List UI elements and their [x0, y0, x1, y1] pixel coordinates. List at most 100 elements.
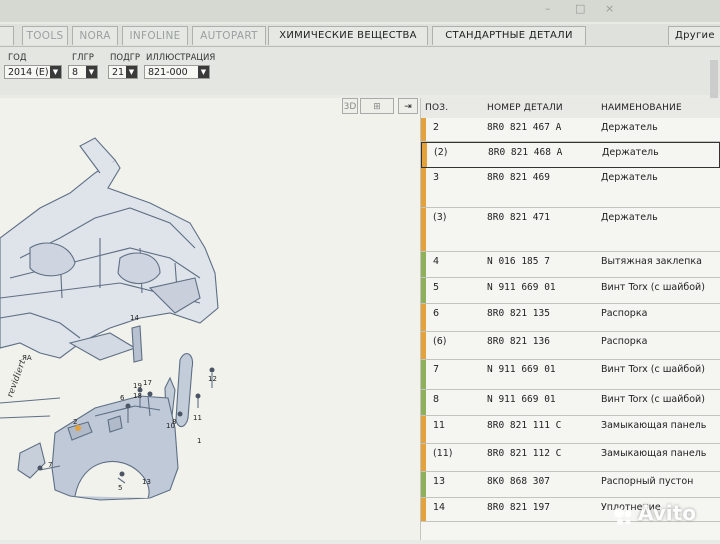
part-name-cell: Винт Torx (с шайбой)	[601, 364, 705, 375]
callout-label[interactable]: 11	[193, 414, 202, 422]
part-number-cell: 8R0 821 111 C	[487, 420, 562, 431]
status-strip	[421, 304, 426, 331]
part-number-cell: 8R0 821 136	[487, 336, 550, 347]
pos-cell: 13	[433, 476, 446, 487]
pos-cell: 7	[433, 364, 440, 375]
pos-cell: 8	[433, 394, 440, 405]
avito-logo-icon	[614, 508, 632, 525]
title-bar: – □ ×	[0, 0, 720, 22]
table-row[interactable]: 4 N 016 185 7 Вытяжная заклепка	[421, 252, 720, 278]
subgroup-select[interactable]: 21 ▼	[108, 65, 138, 79]
callout-label[interactable]: 14	[130, 314, 139, 322]
tab-chemicals[interactable]: ХИМИЧЕСКИЕ ВЕЩЕСТВА	[268, 26, 428, 45]
split-pane-button[interactable]: ⇥	[398, 98, 418, 114]
table-row[interactable]: 3 8R0 821 469 Держатель	[421, 168, 720, 208]
close-icon[interactable]: ×	[605, 2, 614, 15]
part-name-cell: Держатель	[602, 147, 659, 158]
parts-table-header: ПОЗ. НОМЕР ДЕТАЛИ НАИМЕНОВАНИЕ	[421, 98, 720, 119]
part-number-cell: 8R0 821 469	[487, 172, 550, 183]
parts-table: 2 8R0 821 467 A Держатель (2) 8R0 821 468 A Д…	[421, 118, 720, 540]
status-strip	[421, 360, 426, 389]
part-number-cell: 8R0 821 135	[487, 308, 550, 319]
3d-view-button[interactable]: 3D	[342, 98, 358, 114]
tab-other[interactable]: Другие	[668, 26, 720, 45]
tab-tools[interactable]: TOOLS	[22, 26, 68, 45]
part-number-cell: N 016 185 7	[487, 256, 550, 267]
callout-label[interactable]: 18	[133, 392, 142, 400]
group-select[interactable]: 8 ▼	[68, 65, 98, 79]
tab-infoline[interactable]: INFOLINE	[122, 26, 188, 45]
status-strip	[421, 472, 426, 497]
table-row[interactable]: 8 N 911 669 01 Винт Torx (с шайбой)	[421, 390, 720, 416]
year-select[interactable]: 2014 (E) ▼	[4, 65, 62, 79]
callout-label[interactable]: 12	[208, 375, 217, 383]
status-strip	[422, 143, 427, 167]
callout-label[interactable]: 19	[133, 382, 142, 390]
pos-cell: (3)	[433, 212, 447, 223]
part-number-cell: 8R0 821 112 C	[487, 448, 562, 459]
chevron-down-icon: ▼	[50, 66, 61, 78]
stamp: revidiert	[5, 358, 28, 399]
col-part-number[interactable]: НОМЕР ДЕТАЛИ	[487, 103, 563, 113]
toggle-view-button[interactable]: ⊞	[360, 98, 394, 114]
pos-cell: (6)	[433, 336, 447, 347]
minimize-icon[interactable]: –	[545, 2, 551, 15]
pos-cell: 14	[433, 502, 446, 513]
table-row[interactable]: 5 N 911 669 01 Винт Torx (с шайбой)	[421, 278, 720, 304]
callout-label[interactable]: 7	[48, 461, 52, 469]
callout-label[interactable]: 17	[143, 379, 152, 387]
module-tabs: TOOLS NORA INFOLINE AUTOPART ХИМИЧЕСКИЕ …	[0, 24, 720, 47]
callout-label[interactable]: 5	[118, 484, 122, 492]
table-row[interactable]: (3) 8R0 821 471 Держатель	[421, 208, 720, 252]
subgroup-value: 21	[112, 67, 125, 78]
maximize-icon[interactable]: □	[575, 2, 585, 15]
group-label: ГЛГР	[72, 53, 94, 63]
scrollbar[interactable]	[710, 60, 718, 100]
status-strip	[421, 278, 426, 303]
col-name[interactable]: НАИМЕНОВАНИЕ	[601, 103, 682, 113]
table-row[interactable]: (6) 8R0 821 136 Распорка	[421, 332, 720, 360]
part-name-cell: Замыкающая панель	[601, 448, 707, 459]
status-strip	[421, 118, 426, 141]
callout-label[interactable]: 8	[172, 418, 176, 426]
col-pos[interactable]: ПОЗ.	[425, 103, 448, 113]
filter-bar: ГОД 2014 (E) ▼ ГЛГР 8 ▼ ПОДГР 21 ▼ ИЛЛЮС…	[0, 47, 720, 95]
tab-nora[interactable]: NORA	[72, 26, 118, 45]
tab-autopart[interactable]: AUTOPART	[192, 26, 266, 45]
illustration-select[interactable]: 821-000 ▼	[144, 65, 210, 79]
part-name-cell: Держатель	[601, 212, 658, 223]
pos-cell: 11	[433, 420, 446, 431]
part-name-cell: Винт Torx (с шайбой)	[601, 282, 705, 293]
table-row[interactable]: (2) 8R0 821 468 A Держатель	[421, 142, 720, 168]
tab-standard-parts[interactable]: СТАНДАРТНЫЕ ДЕТАЛИ	[432, 26, 586, 45]
status-strip	[421, 390, 426, 415]
group-value: 8	[72, 67, 79, 78]
table-row[interactable]: 11 8R0 821 111 C Замыкающая панель	[421, 416, 720, 444]
table-row[interactable]: 6 8R0 821 135 Распорка	[421, 304, 720, 332]
part-name-cell: Распорка	[601, 308, 648, 319]
status-strip	[421, 498, 426, 521]
pos-cell: 3	[433, 172, 440, 183]
part-number-cell: 8R0 821 467 A	[487, 122, 562, 133]
status-strip	[421, 416, 426, 443]
pos-cell: 6	[433, 308, 440, 319]
part-name-cell: Распорный пустон	[601, 476, 694, 487]
callout-label[interactable]: 13	[142, 478, 151, 486]
table-row[interactable]: 13 8K0 868 307 Распорный пустон	[421, 472, 720, 498]
tab-edge	[0, 26, 14, 45]
table-row[interactable]: (11) 8R0 821 112 C Замыкающая панель	[421, 444, 720, 472]
part-number-cell: N 911 669 01	[487, 364, 556, 375]
status-strip	[421, 444, 426, 471]
callout-label[interactable]: 2	[73, 418, 77, 426]
part-number-cell: 8R0 821 468 A	[488, 147, 563, 158]
chevron-down-icon: ▼	[126, 66, 137, 78]
illustration-value: 821-000	[148, 67, 188, 78]
callout-label[interactable]: 1	[197, 437, 201, 445]
part-name-cell: Распорка	[601, 336, 648, 347]
part-number-cell: N 911 669 01	[487, 282, 556, 293]
year-value: 2014 (E)	[8, 67, 49, 78]
table-row[interactable]: 2 8R0 821 467 A Держатель	[421, 118, 720, 142]
table-row[interactable]: 7 N 911 669 01 Винт Torx (с шайбой)	[421, 360, 720, 390]
pos-cell: (11)	[433, 448, 453, 459]
callout-label[interactable]: 6	[120, 394, 125, 402]
